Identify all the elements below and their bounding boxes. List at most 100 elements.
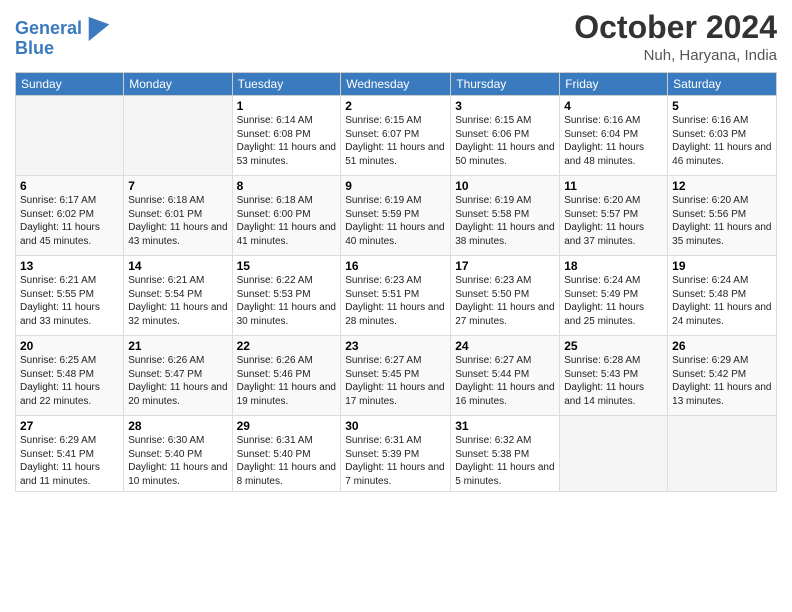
calendar-week-row: 6Sunrise: 6:17 AM Sunset: 6:02 PM Daylig… xyxy=(16,176,777,256)
day-info: Sunrise: 6:26 AM Sunset: 5:47 PM Dayligh… xyxy=(128,354,227,408)
calendar-header-row: Sunday Monday Tuesday Wednesday Thursday… xyxy=(16,73,777,96)
table-row: 6Sunrise: 6:17 AM Sunset: 6:02 PM Daylig… xyxy=(16,176,124,256)
table-row: 2Sunrise: 6:15 AM Sunset: 6:07 PM Daylig… xyxy=(341,96,451,176)
calendar-table: Sunday Monday Tuesday Wednesday Thursday… xyxy=(15,72,777,492)
day-info: Sunrise: 6:20 AM Sunset: 5:56 PM Dayligh… xyxy=(672,194,772,248)
day-info: Sunrise: 6:27 AM Sunset: 5:44 PM Dayligh… xyxy=(455,354,555,408)
day-number: 12 xyxy=(672,179,772,193)
day-info: Sunrise: 6:18 AM Sunset: 6:01 PM Dayligh… xyxy=(128,194,227,248)
day-info: Sunrise: 6:19 AM Sunset: 5:59 PM Dayligh… xyxy=(345,194,446,248)
table-row xyxy=(668,416,777,492)
table-row: 24Sunrise: 6:27 AM Sunset: 5:44 PM Dayli… xyxy=(451,336,560,416)
table-row: 7Sunrise: 6:18 AM Sunset: 6:01 PM Daylig… xyxy=(124,176,232,256)
day-info: Sunrise: 6:15 AM Sunset: 6:07 PM Dayligh… xyxy=(345,114,446,168)
table-row: 23Sunrise: 6:27 AM Sunset: 5:45 PM Dayli… xyxy=(341,336,451,416)
table-row: 25Sunrise: 6:28 AM Sunset: 5:43 PM Dayli… xyxy=(560,336,668,416)
day-number: 20 xyxy=(20,339,119,353)
day-number: 26 xyxy=(672,339,772,353)
table-row: 1Sunrise: 6:14 AM Sunset: 6:08 PM Daylig… xyxy=(232,96,341,176)
table-row: 5Sunrise: 6:16 AM Sunset: 6:03 PM Daylig… xyxy=(668,96,777,176)
logo-icon xyxy=(85,15,113,43)
day-info: Sunrise: 6:30 AM Sunset: 5:40 PM Dayligh… xyxy=(128,434,227,488)
calendar-week-row: 20Sunrise: 6:25 AM Sunset: 5:48 PM Dayli… xyxy=(16,336,777,416)
table-row: 31Sunrise: 6:32 AM Sunset: 5:38 PM Dayli… xyxy=(451,416,560,492)
day-number: 29 xyxy=(237,419,337,433)
day-number: 8 xyxy=(237,179,337,193)
day-number: 25 xyxy=(564,339,663,353)
day-info: Sunrise: 6:31 AM Sunset: 5:39 PM Dayligh… xyxy=(345,434,446,488)
day-info: Sunrise: 6:31 AM Sunset: 5:40 PM Dayligh… xyxy=(237,434,337,488)
day-number: 14 xyxy=(128,259,227,273)
page-container: General Blue October 2024 Nuh, Haryana, … xyxy=(0,0,792,497)
day-number: 17 xyxy=(455,259,555,273)
day-info: Sunrise: 6:21 AM Sunset: 5:55 PM Dayligh… xyxy=(20,274,119,328)
table-row: 9Sunrise: 6:19 AM Sunset: 5:59 PM Daylig… xyxy=(341,176,451,256)
table-row xyxy=(560,416,668,492)
day-number: 18 xyxy=(564,259,663,273)
day-number: 15 xyxy=(237,259,337,273)
day-info: Sunrise: 6:20 AM Sunset: 5:57 PM Dayligh… xyxy=(564,194,663,248)
day-info: Sunrise: 6:22 AM Sunset: 5:53 PM Dayligh… xyxy=(237,274,337,328)
day-info: Sunrise: 6:28 AM Sunset: 5:43 PM Dayligh… xyxy=(564,354,663,408)
day-info: Sunrise: 6:16 AM Sunset: 6:04 PM Dayligh… xyxy=(564,114,663,168)
table-row: 30Sunrise: 6:31 AM Sunset: 5:39 PM Dayli… xyxy=(341,416,451,492)
day-info: Sunrise: 6:16 AM Sunset: 6:03 PM Dayligh… xyxy=(672,114,772,168)
col-wednesday: Wednesday xyxy=(341,73,451,96)
day-info: Sunrise: 6:23 AM Sunset: 5:50 PM Dayligh… xyxy=(455,274,555,328)
table-row: 26Sunrise: 6:29 AM Sunset: 5:42 PM Dayli… xyxy=(668,336,777,416)
day-number: 31 xyxy=(455,419,555,433)
calendar-week-row: 13Sunrise: 6:21 AM Sunset: 5:55 PM Dayli… xyxy=(16,256,777,336)
table-row: 18Sunrise: 6:24 AM Sunset: 5:49 PM Dayli… xyxy=(560,256,668,336)
day-number: 10 xyxy=(455,179,555,193)
table-row: 28Sunrise: 6:30 AM Sunset: 5:40 PM Dayli… xyxy=(124,416,232,492)
day-info: Sunrise: 6:24 AM Sunset: 5:48 PM Dayligh… xyxy=(672,274,772,328)
day-info: Sunrise: 6:17 AM Sunset: 6:02 PM Dayligh… xyxy=(20,194,119,248)
day-number: 6 xyxy=(20,179,119,193)
day-number: 24 xyxy=(455,339,555,353)
day-info: Sunrise: 6:32 AM Sunset: 5:38 PM Dayligh… xyxy=(455,434,555,488)
day-number: 2 xyxy=(345,99,446,113)
table-row xyxy=(16,96,124,176)
day-number: 7 xyxy=(128,179,227,193)
location: Nuh, Haryana, India xyxy=(574,47,777,64)
day-number: 22 xyxy=(237,339,337,353)
day-number: 19 xyxy=(672,259,772,273)
col-monday: Monday xyxy=(124,73,232,96)
day-info: Sunrise: 6:18 AM Sunset: 6:00 PM Dayligh… xyxy=(237,194,337,248)
day-info: Sunrise: 6:29 AM Sunset: 5:41 PM Dayligh… xyxy=(20,434,119,488)
table-row: 19Sunrise: 6:24 AM Sunset: 5:48 PM Dayli… xyxy=(668,256,777,336)
table-row: 20Sunrise: 6:25 AM Sunset: 5:48 PM Dayli… xyxy=(16,336,124,416)
page-header: General Blue October 2024 Nuh, Haryana, … xyxy=(15,10,777,64)
table-row: 21Sunrise: 6:26 AM Sunset: 5:47 PM Dayli… xyxy=(124,336,232,416)
col-sunday: Sunday xyxy=(16,73,124,96)
table-row: 14Sunrise: 6:21 AM Sunset: 5:54 PM Dayli… xyxy=(124,256,232,336)
day-info: Sunrise: 6:26 AM Sunset: 5:46 PM Dayligh… xyxy=(237,354,337,408)
day-number: 30 xyxy=(345,419,446,433)
table-row: 29Sunrise: 6:31 AM Sunset: 5:40 PM Dayli… xyxy=(232,416,341,492)
day-number: 1 xyxy=(237,99,337,113)
table-row: 17Sunrise: 6:23 AM Sunset: 5:50 PM Dayli… xyxy=(451,256,560,336)
table-row: 12Sunrise: 6:20 AM Sunset: 5:56 PM Dayli… xyxy=(668,176,777,256)
table-row: 13Sunrise: 6:21 AM Sunset: 5:55 PM Dayli… xyxy=(16,256,124,336)
col-friday: Friday xyxy=(560,73,668,96)
title-block: October 2024 Nuh, Haryana, India xyxy=(574,10,777,64)
day-number: 27 xyxy=(20,419,119,433)
day-info: Sunrise: 6:25 AM Sunset: 5:48 PM Dayligh… xyxy=(20,354,119,408)
calendar-week-row: 1Sunrise: 6:14 AM Sunset: 6:08 PM Daylig… xyxy=(16,96,777,176)
col-thursday: Thursday xyxy=(451,73,560,96)
table-row: 8Sunrise: 6:18 AM Sunset: 6:00 PM Daylig… xyxy=(232,176,341,256)
table-row: 11Sunrise: 6:20 AM Sunset: 5:57 PM Dayli… xyxy=(560,176,668,256)
table-row: 16Sunrise: 6:23 AM Sunset: 5:51 PM Dayli… xyxy=(341,256,451,336)
day-info: Sunrise: 6:29 AM Sunset: 5:42 PM Dayligh… xyxy=(672,354,772,408)
day-number: 4 xyxy=(564,99,663,113)
table-row: 15Sunrise: 6:22 AM Sunset: 5:53 PM Dayli… xyxy=(232,256,341,336)
day-info: Sunrise: 6:14 AM Sunset: 6:08 PM Dayligh… xyxy=(237,114,337,168)
table-row: 4Sunrise: 6:16 AM Sunset: 6:04 PM Daylig… xyxy=(560,96,668,176)
table-row: 3Sunrise: 6:15 AM Sunset: 6:06 PM Daylig… xyxy=(451,96,560,176)
logo: General Blue xyxy=(15,15,113,59)
table-row: 27Sunrise: 6:29 AM Sunset: 5:41 PM Dayli… xyxy=(16,416,124,492)
day-number: 3 xyxy=(455,99,555,113)
table-row: 10Sunrise: 6:19 AM Sunset: 5:58 PM Dayli… xyxy=(451,176,560,256)
day-info: Sunrise: 6:27 AM Sunset: 5:45 PM Dayligh… xyxy=(345,354,446,408)
day-number: 5 xyxy=(672,99,772,113)
